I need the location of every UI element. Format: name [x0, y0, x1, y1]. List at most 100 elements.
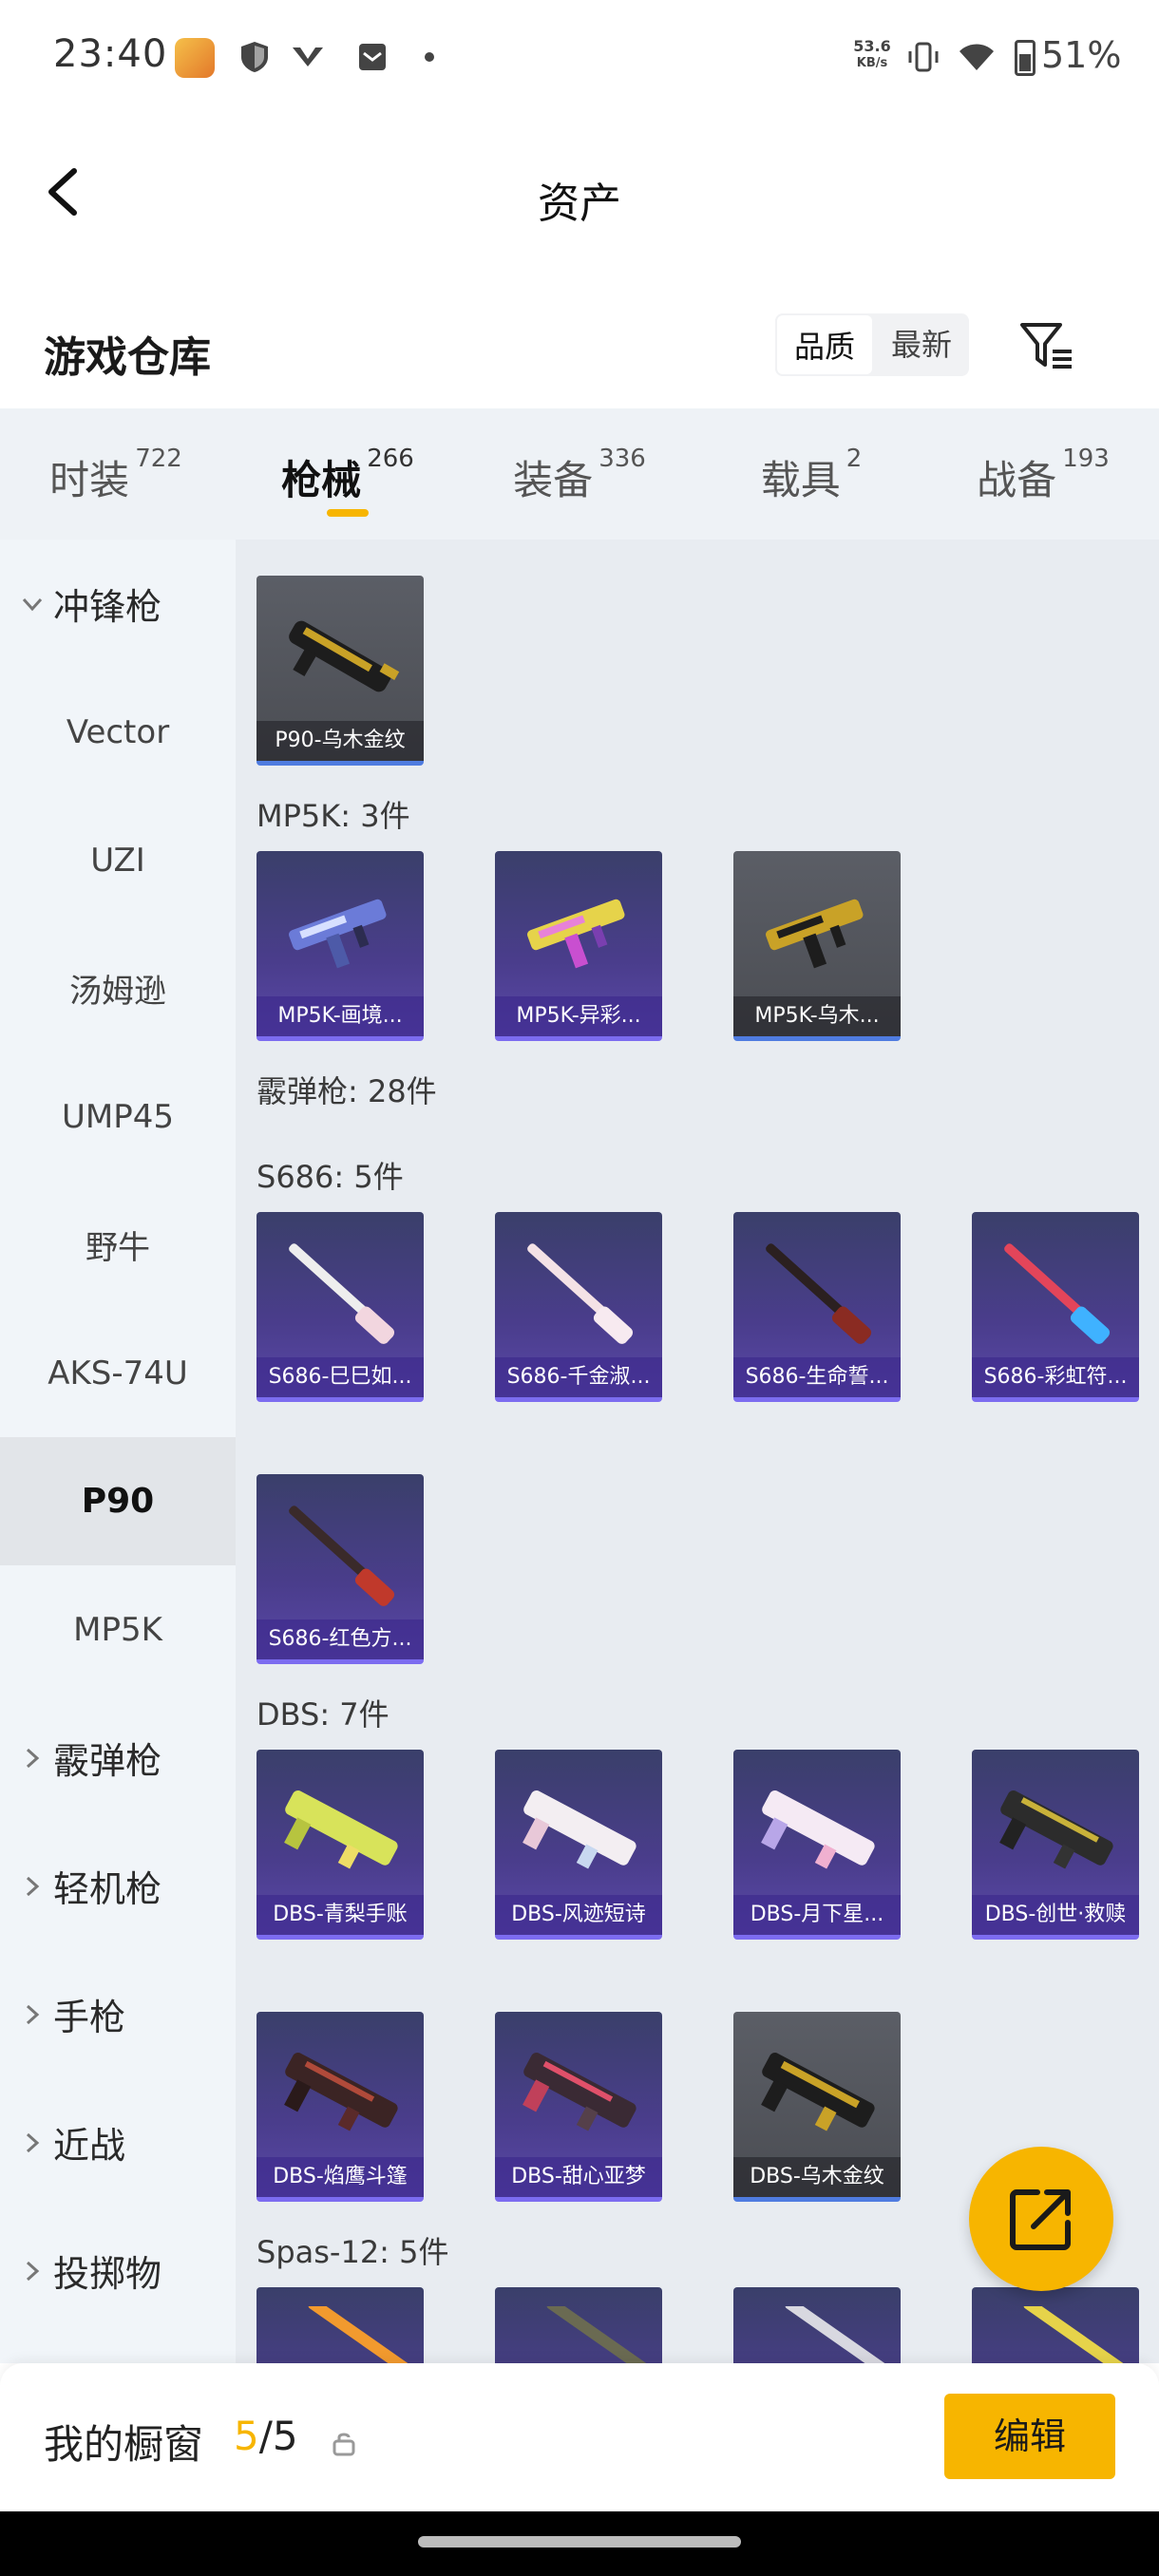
chevron-right-icon [26, 2004, 40, 2024]
item-grid: P90-乌木金纹 MP5K: 3件 MP5K-画境... MP5K-异彩... … [236, 540, 1159, 2363]
spas12-weapon-image [785, 2306, 889, 2363]
sort-latest-button[interactable]: 最新 [874, 313, 969, 376]
showcase-label: 我的橱窗 [44, 2421, 204, 2468]
sidebar-group-lmg[interactable]: 轻机枪 [0, 1822, 236, 1950]
tab-label: 装备 [513, 457, 594, 503]
showcase-bar: 我的橱窗 5/5 编辑 [0, 2363, 1159, 2511]
chevron-right-icon [26, 1748, 40, 1768]
item-card[interactable]: MP5K-画境... [256, 851, 424, 1041]
item-name: MP5K-乌木... [733, 996, 901, 1036]
battery-percent: 51% [1041, 34, 1122, 76]
net-speed: 53.6 KB/s [848, 38, 896, 72]
filter-icon[interactable] [1016, 315, 1077, 376]
tab-supplies[interactable]: 战备 193 [927, 408, 1159, 540]
item-card[interactable]: MP5K-乌木... [733, 851, 901, 1041]
sidebar-item-p90[interactable]: P90 [0, 1437, 236, 1565]
chevron-right-icon [26, 1876, 40, 1896]
sidebar-item-thompson[interactable]: 汤姆逊 [0, 924, 236, 1052]
tab-label: 战备 [977, 457, 1057, 503]
share-fab-button[interactable] [969, 2147, 1113, 2291]
item-card[interactable]: S686-巳巳如... [256, 1212, 424, 1402]
share-export-icon [1010, 2189, 1071, 2250]
section-label-s686: S686: 5件 [256, 1159, 404, 1195]
item-name: S686-生命誓... [733, 1357, 901, 1397]
sort-toggle: 品质 最新 [775, 313, 969, 376]
item-card[interactable] [256, 2287, 424, 2363]
app-header: 资产 [0, 142, 1159, 247]
item-name: DBS-月下星... [733, 1895, 901, 1935]
sidebar-item-mp5k[interactable]: MP5K [0, 1565, 236, 1694]
dot-icon [425, 52, 434, 62]
sidebar-item-ump45[interactable]: UMP45 [0, 1052, 236, 1181]
spas12-weapon-image [546, 2306, 651, 2363]
item-name: DBS-焰鹰斗篷 [256, 2157, 424, 2197]
item-card[interactable]: S686-生命誓... [733, 1212, 901, 1402]
spas12-weapon-image [1023, 2306, 1128, 2363]
item-card[interactable]: MP5K-异彩... [495, 851, 662, 1041]
wifi-icon [960, 44, 994, 70]
item-card[interactable]: DBS-创世·救赎 [972, 1750, 1139, 1940]
item-card[interactable]: DBS-焰鹰斗篷 [256, 2012, 424, 2202]
item-card[interactable]: DBS-月下星... [733, 1750, 901, 1940]
tab-vehicles[interactable]: 载具 2 [695, 408, 927, 540]
item-card[interactable]: S686-红色方... [256, 1474, 424, 1664]
item-card[interactable]: S686-千金淑... [495, 1212, 662, 1402]
sidebar-item-vector[interactable]: Vector [0, 668, 236, 796]
battery-icon [1015, 40, 1036, 76]
section-label-shotgun: 霰弹枪: 28件 [256, 1073, 437, 1109]
sidebar-item-aks74u[interactable]: AKS-74U [0, 1309, 236, 1437]
mp5k-weapon-image [766, 899, 864, 969]
warehouse-title: 游戏仓库 [44, 333, 211, 382]
item-name: P90-乌木金纹 [256, 721, 424, 761]
sort-quality-button[interactable]: 品质 [775, 313, 874, 376]
tab-label: 时装 [49, 457, 130, 503]
item-card[interactable]: S686-彩虹符... [972, 1212, 1139, 1402]
item-card[interactable]: DBS-乌木金纹 [733, 2012, 901, 2202]
item-name: S686-红色方... [256, 1619, 424, 1659]
dbs-weapon-image [999, 1790, 1113, 1869]
app-icon [175, 38, 215, 78]
item-card[interactable]: DBS-青梨手账 [256, 1750, 424, 1940]
system-nav-bar [0, 2511, 1159, 2576]
sidebar-item-uzi[interactable]: UZI [0, 796, 236, 924]
tab-label: 枪械 [281, 457, 362, 503]
section-label-spas12: Spas-12: 5件 [256, 2234, 449, 2270]
vpn-icon [293, 47, 323, 66]
mp5k-weapon-image [527, 899, 625, 969]
dbs-weapon-image [522, 2052, 636, 2131]
tab-fashion[interactable]: 时装 722 [0, 408, 232, 540]
chevron-right-icon [26, 2261, 40, 2281]
sidebar-group-smg[interactable]: 冲锋枪 [0, 540, 236, 668]
sidebar-group-shotgun[interactable]: 霰弹枪 [0, 1694, 236, 1822]
tab-firearms[interactable]: 枪械 266 [232, 408, 464, 540]
item-card[interactable]: DBS-风迹短诗 [495, 1750, 662, 1940]
home-gesture-handle[interactable] [418, 2536, 741, 2548]
tab-count: 336 [598, 445, 646, 473]
category-tabs: 时装 722 枪械 266 装备 336 载具 2 战备 193 [0, 408, 1159, 540]
dbs-weapon-image [761, 2052, 875, 2131]
sidebar-item-bizon[interactable]: 野牛 [0, 1181, 236, 1309]
s686-weapon-image [1004, 1243, 1111, 1344]
item-card[interactable]: DBS-甜心亚梦 [495, 2012, 662, 2202]
weapon-category-sidebar: 冲锋枪 Vector UZI 汤姆逊 UMP45 野牛 AKS-74U P90 … [0, 540, 236, 2363]
item-card[interactable] [972, 2287, 1139, 2363]
item-name: DBS-乌木金纹 [733, 2157, 901, 2197]
tab-count: 193 [1062, 445, 1110, 473]
chevron-right-icon [26, 2132, 40, 2152]
sidebar-group-throwables[interactable]: 投掷物 [0, 2207, 236, 2335]
item-card[interactable]: P90-乌木金纹 [256, 576, 424, 766]
dbs-weapon-image [284, 2052, 398, 2131]
item-card[interactable] [495, 2287, 662, 2363]
s686-weapon-image [766, 1243, 872, 1344]
item-card[interactable] [733, 2287, 901, 2363]
tab-equipment[interactable]: 装备 336 [464, 408, 695, 540]
dbs-weapon-image [761, 1790, 875, 1869]
item-name: DBS-青梨手账 [256, 1895, 424, 1935]
sidebar-group-pistol[interactable]: 手枪 [0, 1950, 236, 2078]
edit-button[interactable]: 编辑 [944, 2394, 1115, 2479]
showcase-total: /5 [258, 2413, 298, 2459]
sidebar-group-melee[interactable]: 近战 [0, 2078, 236, 2207]
sidebar-item-label: 投掷物 [53, 2253, 162, 2295]
dbs-weapon-image [284, 1790, 398, 1869]
s686-weapon-image [527, 1243, 634, 1344]
